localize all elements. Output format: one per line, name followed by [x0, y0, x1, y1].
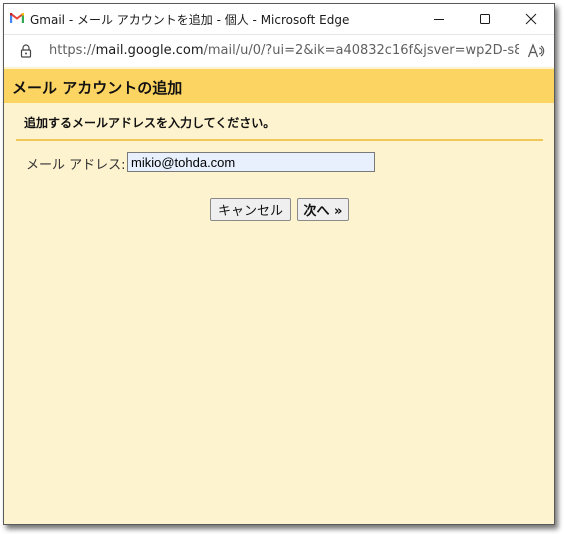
address-bar[interactable]: https://mail.google.com/mail/u/0/?ui=2&i…: [4, 34, 554, 67]
gmail-icon: [10, 12, 24, 23]
url-host: mail.google.com: [95, 43, 204, 58]
maximize-button[interactable]: [462, 4, 508, 34]
title-bar[interactable]: Gmail - メール アカウントを追加 - 個人 - Microsoft Ed…: [4, 4, 554, 34]
minimize-icon: [434, 19, 444, 20]
maximize-icon: [480, 14, 490, 24]
next-button[interactable]: 次へ »: [297, 198, 349, 221]
url-scheme: https://: [49, 43, 96, 58]
window-title: Gmail - メール アカウントを追加 - 個人 - Microsoft Ed…: [30, 13, 350, 27]
close-icon: [525, 13, 537, 25]
browser-popup-window: Gmail - メール アカウントを追加 - 個人 - Microsoft Ed…: [3, 3, 555, 525]
minimize-button[interactable]: [416, 4, 462, 34]
add-account-page: メール アカウントの追加 追加するメールアドレスを入力してください。 メール ア…: [4, 67, 554, 524]
email-label: メール アドレス:: [26, 158, 126, 173]
instruction-text: 追加するメールアドレスを入力してください。: [24, 116, 276, 130]
email-field[interactable]: [127, 152, 375, 172]
divider: [16, 139, 543, 141]
dialog-title: メール アカウントの追加: [12, 79, 183, 97]
url-text[interactable]: https://mail.google.com/mail/u/0/?ui=2&i…: [49, 43, 519, 58]
read-aloud-icon[interactable]: [527, 43, 545, 59]
lock-icon[interactable]: [20, 44, 32, 58]
url-path: /mail/u/0/?ui=2&ik=a40832c16f&jsver=wp2D…: [203, 43, 519, 58]
dialog-header: メール アカウントの追加: [4, 69, 554, 103]
close-button[interactable]: [508, 4, 554, 34]
cancel-button[interactable]: キャンセル: [210, 198, 291, 221]
